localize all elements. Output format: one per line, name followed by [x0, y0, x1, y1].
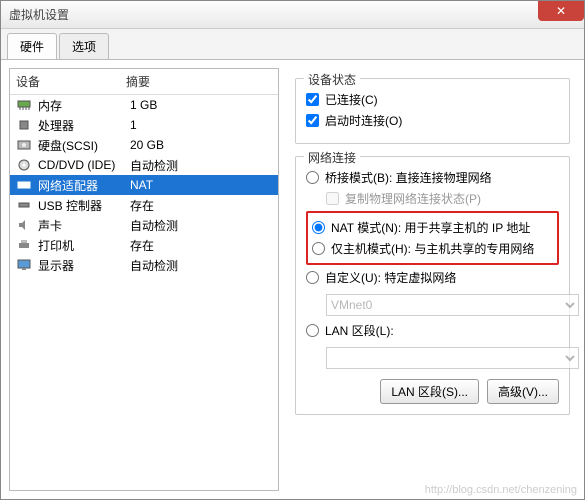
lan-segment-button[interactable]: LAN 区段(S)...: [380, 379, 479, 404]
replicate-checkbox: 复制物理网络连接状态(P): [326, 190, 559, 207]
device-name: 显示器: [38, 257, 130, 274]
usb-icon: [16, 198, 32, 212]
nat-input[interactable]: [312, 221, 325, 234]
nat-radio[interactable]: NAT 模式(N): 用于共享主机的 IP 地址: [312, 219, 553, 236]
highlight-box: NAT 模式(N): 用于共享主机的 IP 地址 仅主机模式(H): 与主机共享…: [306, 211, 559, 265]
nic-icon: [16, 178, 32, 192]
custom-combo: VMnet0: [326, 294, 579, 316]
tab-options[interactable]: 选项: [59, 33, 109, 59]
device-state-group: 设备状态 已连接(C) 启动时连接(O): [295, 78, 570, 144]
device-row[interactable]: 内存1 GB: [10, 95, 278, 115]
dialog-body: 设备 摘要 内存1 GB处理器1硬盘(SCSI)20 GBCD/DVD (IDE…: [1, 59, 584, 499]
device-row[interactable]: USB 控制器存在: [10, 195, 278, 215]
memory-icon: [16, 98, 32, 112]
custom-input[interactable]: [306, 271, 319, 284]
device-summary: 自动检测: [130, 257, 272, 274]
lan-combo: [326, 347, 579, 369]
network-legend: 网络连接: [304, 149, 360, 166]
watermark: http://blog.csdn.net/chenzening: [425, 484, 577, 496]
device-summary: 存在: [130, 237, 272, 254]
right-panel: 设备状态 已连接(C) 启动时连接(O) 网络连接 桥接模式(B): 直接连接物…: [289, 68, 576, 491]
col-summary: 摘要: [126, 73, 272, 90]
printer-icon: [16, 238, 32, 252]
display-icon: [16, 258, 32, 272]
device-row[interactable]: 硬盘(SCSI)20 GB: [10, 135, 278, 155]
device-row[interactable]: 网络适配器NAT: [10, 175, 278, 195]
connected-input[interactable]: [306, 93, 319, 106]
bridged-label: 桥接模式(B): 直接连接物理网络: [325, 169, 492, 186]
close-button[interactable]: ✕: [538, 1, 584, 21]
nat-label: NAT 模式(N): 用于共享主机的 IP 地址: [331, 219, 530, 236]
vm-settings-window: 虚拟机设置 ✕ 硬件 选项 设备 摘要 内存1 GB处理器1硬盘(SCSI)20…: [0, 0, 585, 500]
bridged-radio[interactable]: 桥接模式(B): 直接连接物理网络: [306, 169, 559, 186]
device-row[interactable]: 处理器1: [10, 115, 278, 135]
hostonly-label: 仅主机模式(H): 与主机共享的专用网络: [331, 240, 534, 257]
poweron-checkbox[interactable]: 启动时连接(O): [306, 112, 559, 129]
device-summary: 自动检测: [130, 217, 272, 234]
device-name: 声卡: [38, 217, 130, 234]
device-name: 打印机: [38, 237, 130, 254]
network-group: 网络连接 桥接模式(B): 直接连接物理网络 复制物理网络连接状态(P) NAT…: [295, 156, 570, 415]
window-title: 虚拟机设置: [9, 6, 69, 23]
device-summary: 存在: [130, 197, 272, 214]
device-row[interactable]: 打印机存在: [10, 235, 278, 255]
advanced-button[interactable]: 高级(V)...: [487, 379, 559, 404]
replicate-input: [326, 192, 339, 205]
tab-hardware[interactable]: 硬件: [7, 33, 57, 59]
custom-radio[interactable]: 自定义(U): 特定虚拟网络: [306, 269, 559, 286]
button-row: LAN 区段(S)... 高级(V)...: [306, 379, 559, 404]
cpu-icon: [16, 118, 32, 132]
poweron-input[interactable]: [306, 114, 319, 127]
device-name: CD/DVD (IDE): [38, 158, 130, 172]
device-name: 内存: [38, 97, 130, 114]
device-name: 处理器: [38, 117, 130, 134]
bridged-input[interactable]: [306, 171, 319, 184]
device-name: 硬盘(SCSI): [38, 137, 130, 154]
poweron-label: 启动时连接(O): [325, 112, 402, 129]
lan-radio[interactable]: LAN 区段(L):: [306, 322, 559, 339]
device-name: 网络适配器: [38, 177, 130, 194]
device-row[interactable]: 显示器自动检测: [10, 255, 278, 275]
close-icon: ✕: [556, 4, 566, 18]
device-row[interactable]: 声卡自动检测: [10, 215, 278, 235]
device-summary: 1 GB: [130, 98, 272, 112]
device-list-header: 设备 摘要: [10, 69, 278, 95]
lan-input[interactable]: [306, 324, 319, 337]
titlebar: 虚拟机设置 ✕: [1, 1, 584, 29]
device-summary: 自动检测: [130, 157, 272, 174]
custom-label: 自定义(U): 特定虚拟网络: [325, 269, 456, 286]
device-summary: 1: [130, 118, 272, 132]
device-summary: 20 GB: [130, 138, 272, 152]
tab-bar: 硬件 选项: [1, 29, 584, 59]
col-device: 设备: [16, 73, 126, 90]
device-summary: NAT: [130, 178, 272, 192]
hostonly-input[interactable]: [312, 242, 325, 255]
sound-icon: [16, 218, 32, 232]
connected-label: 已连接(C): [325, 91, 378, 108]
hostonly-radio[interactable]: 仅主机模式(H): 与主机共享的专用网络: [312, 240, 553, 257]
device-list: 设备 摘要 内存1 GB处理器1硬盘(SCSI)20 GBCD/DVD (IDE…: [9, 68, 279, 491]
device-name: USB 控制器: [38, 197, 130, 214]
device-state-legend: 设备状态: [304, 71, 360, 88]
lan-label: LAN 区段(L):: [325, 322, 394, 339]
device-row[interactable]: CD/DVD (IDE)自动检测: [10, 155, 278, 175]
device-rows: 内存1 GB处理器1硬盘(SCSI)20 GBCD/DVD (IDE)自动检测网…: [10, 95, 278, 275]
replicate-label: 复制物理网络连接状态(P): [345, 190, 481, 207]
connected-checkbox[interactable]: 已连接(C): [306, 91, 559, 108]
disk-icon: [16, 138, 32, 152]
cd-icon: [16, 158, 32, 172]
